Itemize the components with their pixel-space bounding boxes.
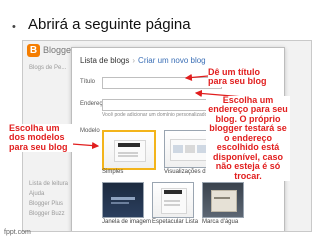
title-field-label: Título	[80, 79, 96, 85]
title-input[interactable]	[102, 77, 222, 89]
breadcrumb-separator-icon: ›	[132, 56, 136, 65]
template-label: Simples	[102, 169, 124, 175]
template-label: Janela de imagem	[102, 219, 152, 225]
annotation-templates-hint: Escolha um dos modelos para seu blog	[9, 123, 73, 153]
address-input[interactable]	[102, 99, 222, 111]
sidebar-item[interactable]: Ajuda	[29, 191, 44, 197]
template-thumbnail-janela[interactable]	[102, 182, 144, 218]
annotation-title-hint: Dê um título para seu blog	[208, 67, 278, 87]
breadcrumb-current: Criar um novo blog	[138, 56, 206, 65]
slide-heading: Abrirá a seguinte página	[28, 16, 191, 33]
annotation-address-hint: Escolha um endereço para seu blog. O pró…	[206, 95, 290, 181]
breadcrumb-root[interactable]: Lista de blogs	[80, 56, 129, 65]
bullet-marker: •	[12, 21, 16, 33]
template-label: Espetacular Lista	[152, 219, 199, 225]
app-name: Blogger	[43, 45, 75, 55]
template-label: Marca d'água	[202, 219, 239, 225]
sidebar-item[interactable]: Blogger Buzz	[29, 211, 65, 217]
blogger-logo-icon: B	[27, 44, 40, 57]
template-thumbnail-simples[interactable]	[102, 130, 156, 170]
sidebar-item[interactable]: Lista de leitura	[29, 181, 68, 187]
template-thumbnail-marca-dagua[interactable]	[202, 182, 244, 218]
template-thumbnail-espetacular[interactable]	[152, 182, 194, 218]
dialog-breadcrumb: Lista de blogs › Criar um novo blog	[80, 56, 206, 65]
sidebar-item[interactable]: Blogs de Pe...	[29, 65, 66, 71]
templates-label: Modelo	[80, 128, 100, 134]
sidebar-item[interactable]: Blogger Plus	[29, 201, 63, 207]
watermark: fppt.com	[4, 229, 31, 236]
